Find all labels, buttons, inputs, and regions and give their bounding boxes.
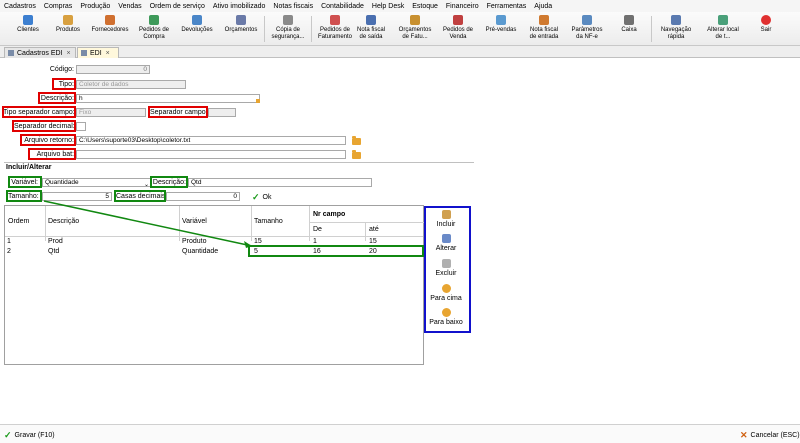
alterar-button[interactable]: Alterar [426,234,466,252]
para-cima-button[interactable]: Para cima [426,284,466,302]
checkmark-icon: ✓ [4,430,12,440]
cancel-x-icon: ✕ [740,430,748,440]
delete-icon [441,259,451,268]
incluir-button[interactable]: Incluir [426,210,466,228]
annotation-arrow-svg [43,200,253,248]
cancelar-button[interactable]: ✕ Cancelar (ESC) [740,430,800,441]
add-icon [441,210,451,219]
arrow-up-icon [441,284,451,293]
arrow-down-icon [441,308,451,317]
annotation-arrow-line [43,200,253,247]
footer-bar: ✓ Gravar (F10) ✕ Cancelar (ESC) [0,424,800,443]
gravar-button[interactable]: ✓ Gravar (F10) [4,430,55,441]
annotation-arrow-head [244,241,252,248]
edit-icon [441,234,451,243]
excluir-button[interactable]: Excluir [426,259,466,277]
para-baixo-button[interactable]: Para baixo [426,308,466,326]
